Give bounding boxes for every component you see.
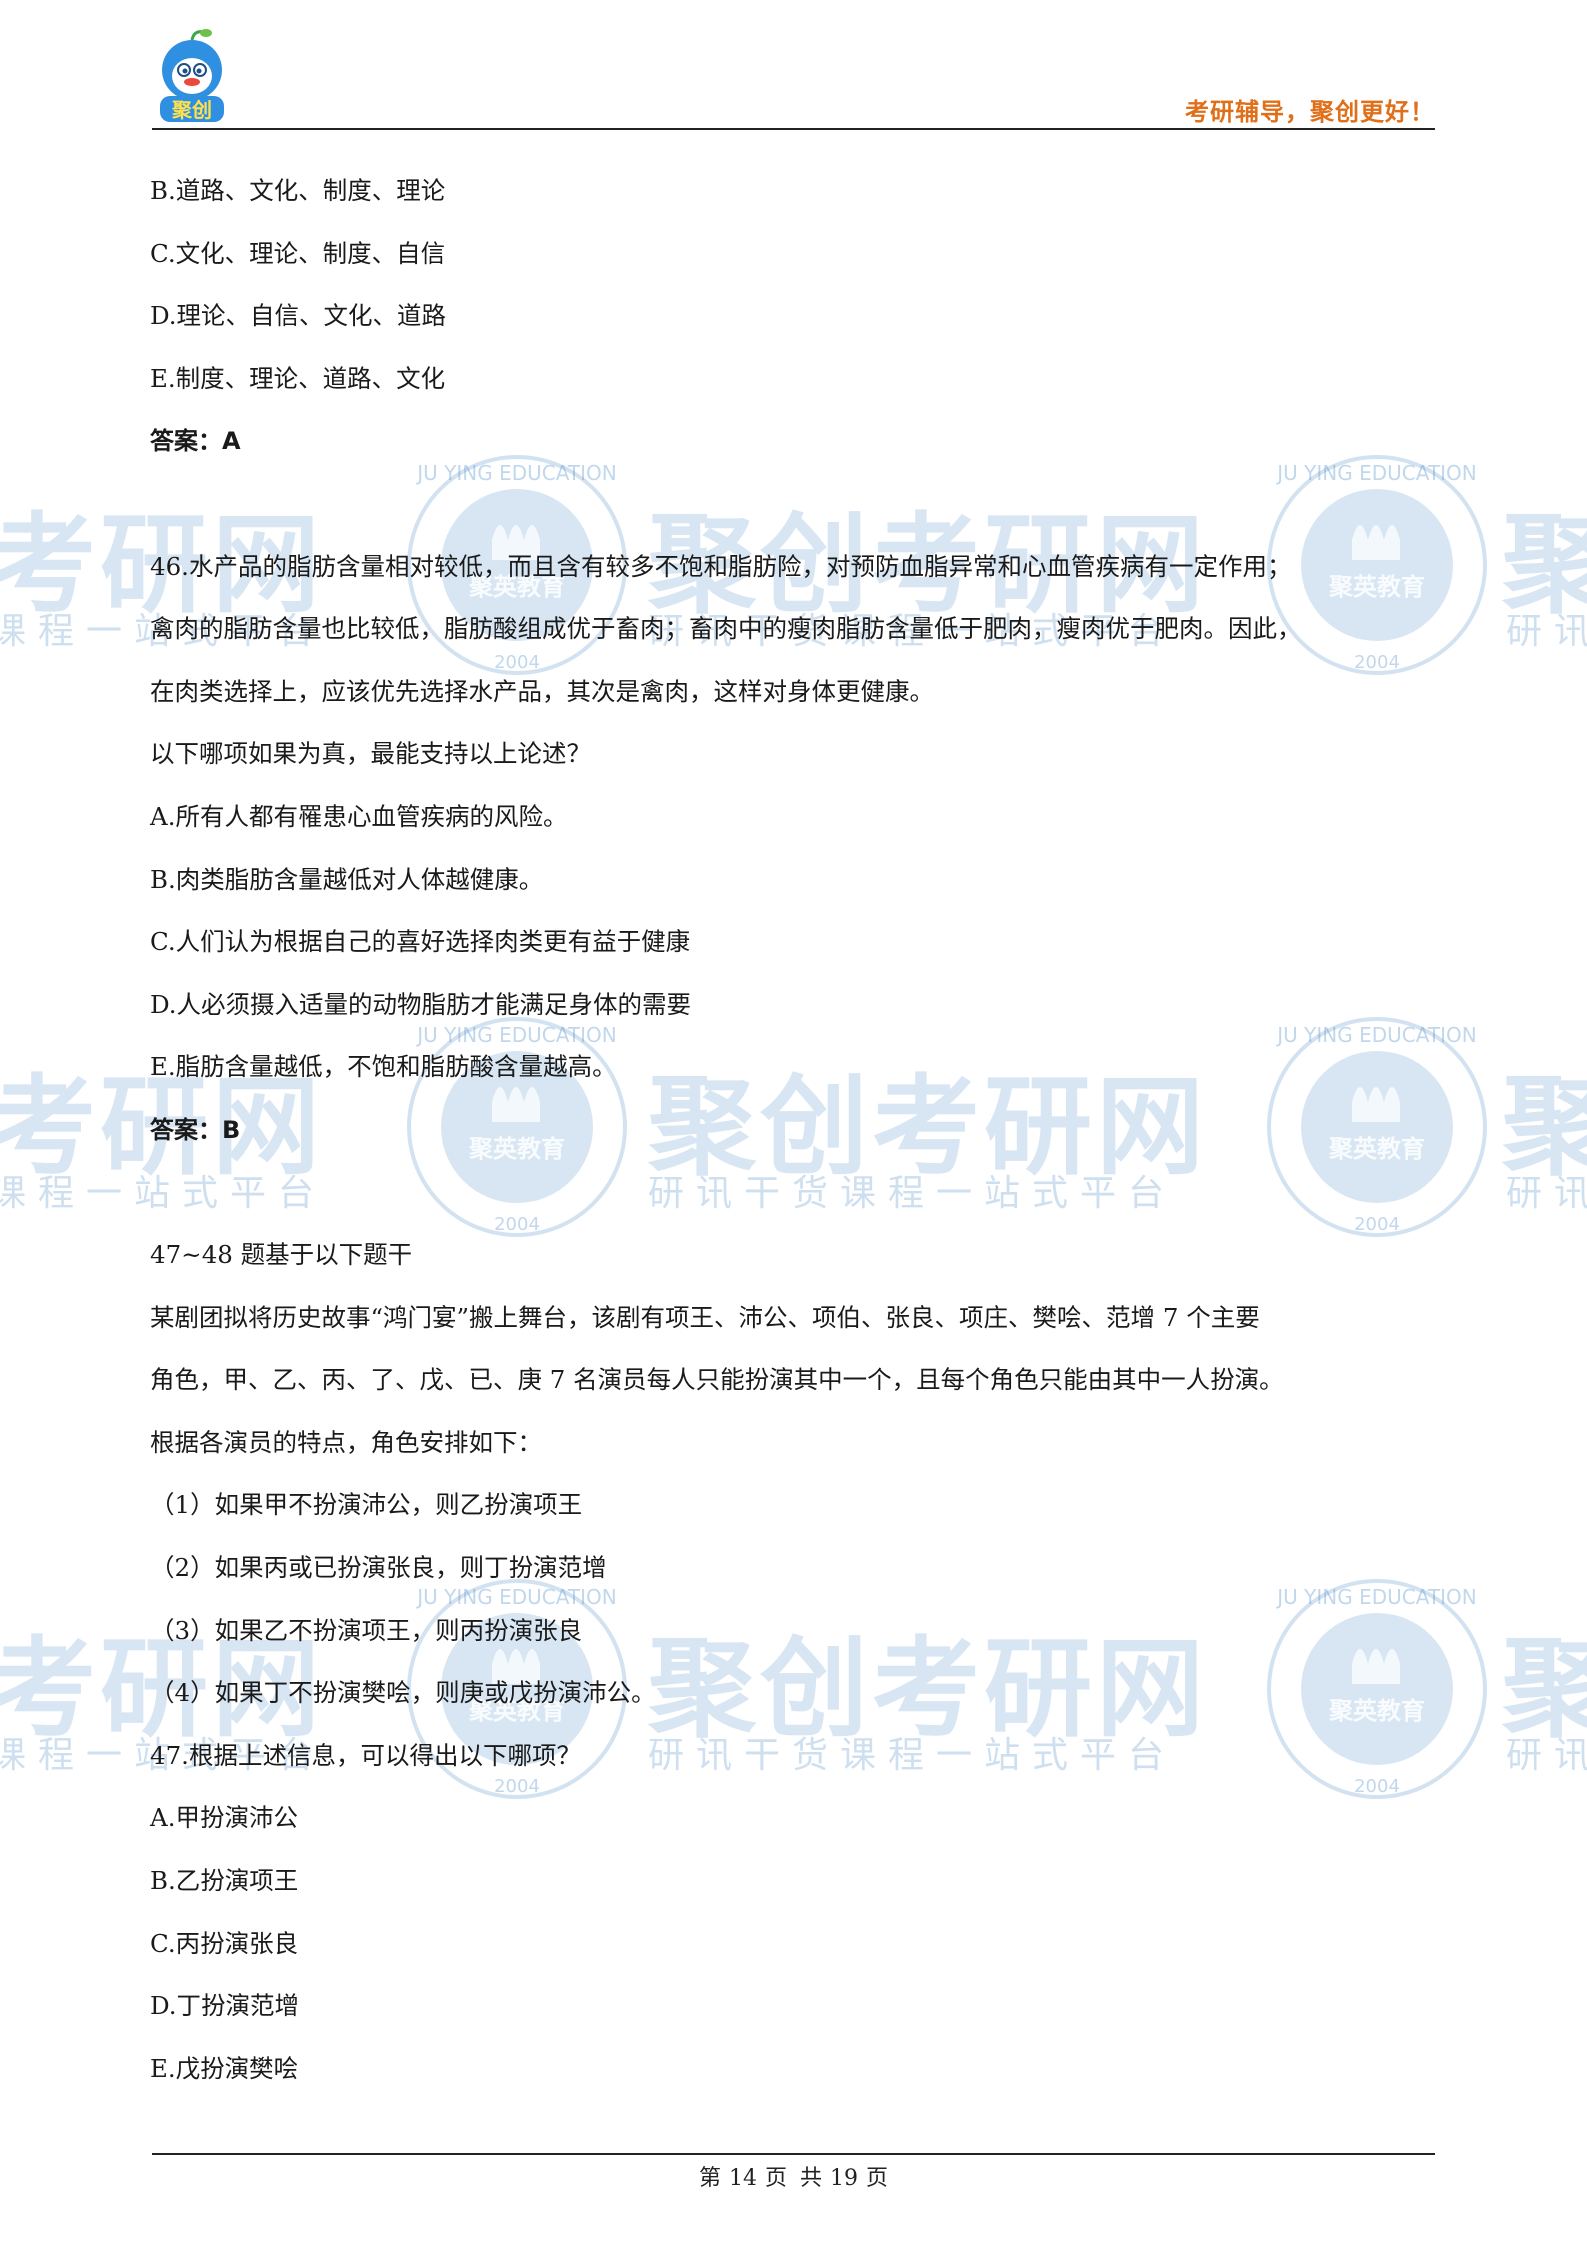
watermark-brand: 聚	[1502, 1627, 1587, 1752]
watermark-sub: 研讯	[1506, 1173, 1587, 1214]
condition-line: （1）如果甲不扮演沛公，则乙扮演项王	[150, 1490, 583, 1520]
question-text: 某剧团拟将历史故事“鸿门宴”搬上舞台，该剧有项王、沛公、项伯、张良、项庄、樊哙、…	[150, 1302, 1260, 1332]
header-slogan: 考研辅导，聚创更好！	[1185, 98, 1435, 126]
page-number: 第 14 页 共 19 页	[0, 2160, 1587, 2192]
question-text: 禽肉的脂肪含量也比较低，脂肪酸组成优于畜肉；畜肉中的瘦肉脂肪含量低于肥肉，瘦肉优…	[150, 614, 1302, 644]
option-line: D.人必须摄入适量的动物脂肪才能满足身体的需要	[150, 989, 692, 1019]
condition-line: （3）如果乙不扮演项王，则丙扮演张良	[150, 1615, 583, 1645]
option-line: A.甲扮演沛公	[150, 1803, 298, 1833]
condition-line: （4）如果丁不扮演樊哙，则庚或戊扮演沛公。	[150, 1678, 656, 1708]
option-line: C.文化、理论、制度、自信	[150, 238, 446, 268]
question-text: 在肉类选择上，应该优先选择水产品，其次是禽肉，这样对身体更健康。	[150, 676, 934, 706]
brand-logo: 聚创	[160, 29, 224, 122]
condition-line: （2）如果丙或已扮演张良，则丁扮演范增	[150, 1553, 607, 1583]
option-line: A.所有人都有罹患心血管疾病的风险。	[150, 801, 568, 831]
question-prompt: 以下哪项如果为真，最能支持以上论述？	[150, 739, 591, 769]
question-text: 角色，甲、乙、丙、了、戊、已、庚 7 名演员每人只能扮演其中一个，且每个角色只能…	[150, 1365, 1284, 1395]
section-heading: 47~48 题基于以下题干	[150, 1240, 413, 1270]
page-prefix: 第	[698, 2166, 721, 2191]
watermark-sub: 研讯	[1506, 611, 1587, 652]
question-text: 46.水产品的脂肪含量相对较低，而且含有较多不饱和脂肪险，对预防血脂异常和心血管…	[150, 551, 1292, 581]
footer-divider	[152, 2153, 1435, 2155]
option-line: E.脂肪含量越低，不饱和脂肪酸含量越高。	[150, 1052, 617, 1082]
option-line: D.理论、自信、文化、道路	[150, 301, 447, 331]
page-suffix: 页	[866, 2166, 889, 2191]
watermark-brand: 聚	[1502, 503, 1587, 628]
page-total: 19	[830, 2166, 858, 2191]
question-text: 根据各演员的特点，角色安排如下：	[150, 1427, 542, 1457]
answer-label: 答案：A	[150, 427, 241, 456]
option-line: B.乙扮演项王	[150, 1866, 299, 1896]
answer-label: 答案：B	[150, 1115, 241, 1144]
option-line: E.制度、理论、道路、文化	[150, 363, 446, 393]
header-divider	[152, 128, 1435, 130]
option-line: D.丁扮演范增	[150, 1991, 300, 2021]
page-mid: 页 共	[765, 2166, 822, 2191]
logo-text: 聚创	[171, 98, 212, 122]
watermark-brand: 聚	[1502, 1065, 1587, 1190]
option-line: E.戊扮演樊哙	[150, 2053, 299, 2083]
option-line: B.肉类脂肪含量越低对人体越健康。	[150, 864, 544, 894]
option-line: C.丙扮演张良	[150, 1928, 299, 1958]
option-line: B.道路、文化、制度、理论	[150, 176, 446, 205]
option-line: C.人们认为根据自己的喜好选择肉类更有益于健康	[150, 927, 691, 957]
watermark-sub: 研讯	[1506, 1735, 1587, 1776]
question-prompt: 47.根据上述信息，可以得出以下哪项？	[150, 1740, 581, 1770]
document-body: B.道路、文化、制度、理论 C.文化、理论、制度、自信 D.理论、自信、文化、道…	[150, 160, 1440, 2100]
page-current: 14	[729, 2166, 757, 2191]
